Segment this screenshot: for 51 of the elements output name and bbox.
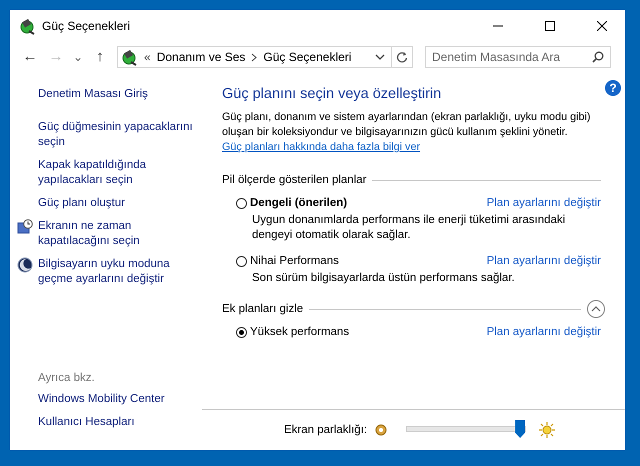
plan-settings-link[interactable]: Plan ayarlarını değiştir — [486, 197, 601, 209]
sidebar-link[interactable]: Ekranın ne zaman kapatılacağını seçin — [38, 219, 202, 249]
back-button[interactable]: ← — [19, 47, 41, 67]
refresh-icon[interactable] — [396, 51, 408, 63]
plan-description: Son sürüm bilgisayarlarda üstün performans sağlar. — [252, 271, 516, 286]
radio-button[interactable] — [236, 256, 247, 266]
sidebar-link[interactable]: Kapak kapatıldığında yapılacakları seçin — [38, 158, 202, 188]
see-also-heading: Ayrıca bkz. — [38, 372, 96, 384]
recent-locations-button[interactable]: ⌄ — [71, 47, 85, 67]
battery-plug-icon — [19, 18, 36, 34]
chevron-down-icon[interactable] — [375, 54, 385, 60]
page-heading: Güç planını seçin veya özelleştirin — [222, 86, 442, 102]
help-link[interactable]: Güç planları hakkında daha fazla bilgi ver — [222, 141, 420, 153]
sidebar-link[interactable]: Bilgisayarın uyku moduna geçme ayarlarını değiştir — [38, 257, 202, 287]
up-button[interactable]: ↑ — [89, 47, 111, 67]
group-heading: Pil ölçerde gösterilen planlar — [222, 174, 366, 186]
chevron-up-icon — [591, 306, 601, 312]
sidebar-link[interactable]: Güç planı oluştur — [38, 196, 125, 211]
brightness-label: Ekran parlaklığı: — [284, 424, 368, 436]
address-bar[interactable]: « Donanım ve Ses Güç Seçenekleri — [117, 46, 413, 68]
sidebar-link[interactable]: Denetim Masası Giriş — [38, 87, 202, 102]
sidebar-link[interactable]: Kullanıcı Hesapları — [38, 415, 202, 430]
sidebar-link[interactable]: Güç düğmesinin yapacaklarını seçin — [38, 120, 202, 150]
help-button[interactable]: ? — [605, 80, 621, 96]
moon-icon — [17, 257, 33, 273]
group-heading: Ek planları gizle — [222, 303, 304, 315]
battery-plug-icon — [121, 48, 138, 66]
close-icon — [597, 21, 607, 31]
chevron-right-icon — [251, 52, 258, 62]
radio-button[interactable] — [236, 198, 247, 208]
plan-name[interactable]: Nihai Performans — [250, 255, 339, 267]
bright-sun-icon — [539, 422, 556, 438]
search-icon — [592, 51, 604, 63]
overflow-chevron[interactable]: « — [144, 50, 151, 64]
plan-description: Uygun donanımlarda performans ile enerji tüketimi arasındaki dengeyi otomatik olarak sağlar. — [252, 213, 566, 243]
breadcrumb[interactable]: Güç Seçenekleri — [263, 50, 352, 64]
maximize-icon — [545, 21, 555, 31]
clock-monitor-icon — [17, 219, 33, 235]
description-text: Güç planı, donanım ve sistem ayarlarından (ekran parlaklığı, uyku modu gibi) oluşan bir koleksiyondur ve bilgisayarınızın gücü kullanım şeklini yönetir. Güç planları hakkında daha fazla bilgi ver — [222, 110, 592, 155]
plan-settings-link[interactable]: Plan ayarlarını değiştir — [486, 255, 601, 267]
plan-settings-link[interactable]: Plan ayarlarını değiştir — [486, 326, 601, 338]
search-box[interactable]: Denetim Masasında Ara — [425, 46, 611, 68]
sidebar-link[interactable]: Windows Mobility Center — [38, 392, 202, 407]
plan-name[interactable]: Yüksek performans — [250, 326, 350, 338]
window-title: Güç Seçenekleri — [42, 19, 132, 33]
radio-button[interactable] — [236, 326, 247, 338]
slider-thumb[interactable] — [515, 420, 526, 438]
dim-sun-icon — [375, 424, 388, 436]
breadcrumb[interactable]: Donanım ve Ses — [156, 50, 246, 64]
plan-name[interactable]: Dengeli (önerilen) — [250, 197, 348, 209]
collapse-button[interactable] — [587, 300, 605, 318]
